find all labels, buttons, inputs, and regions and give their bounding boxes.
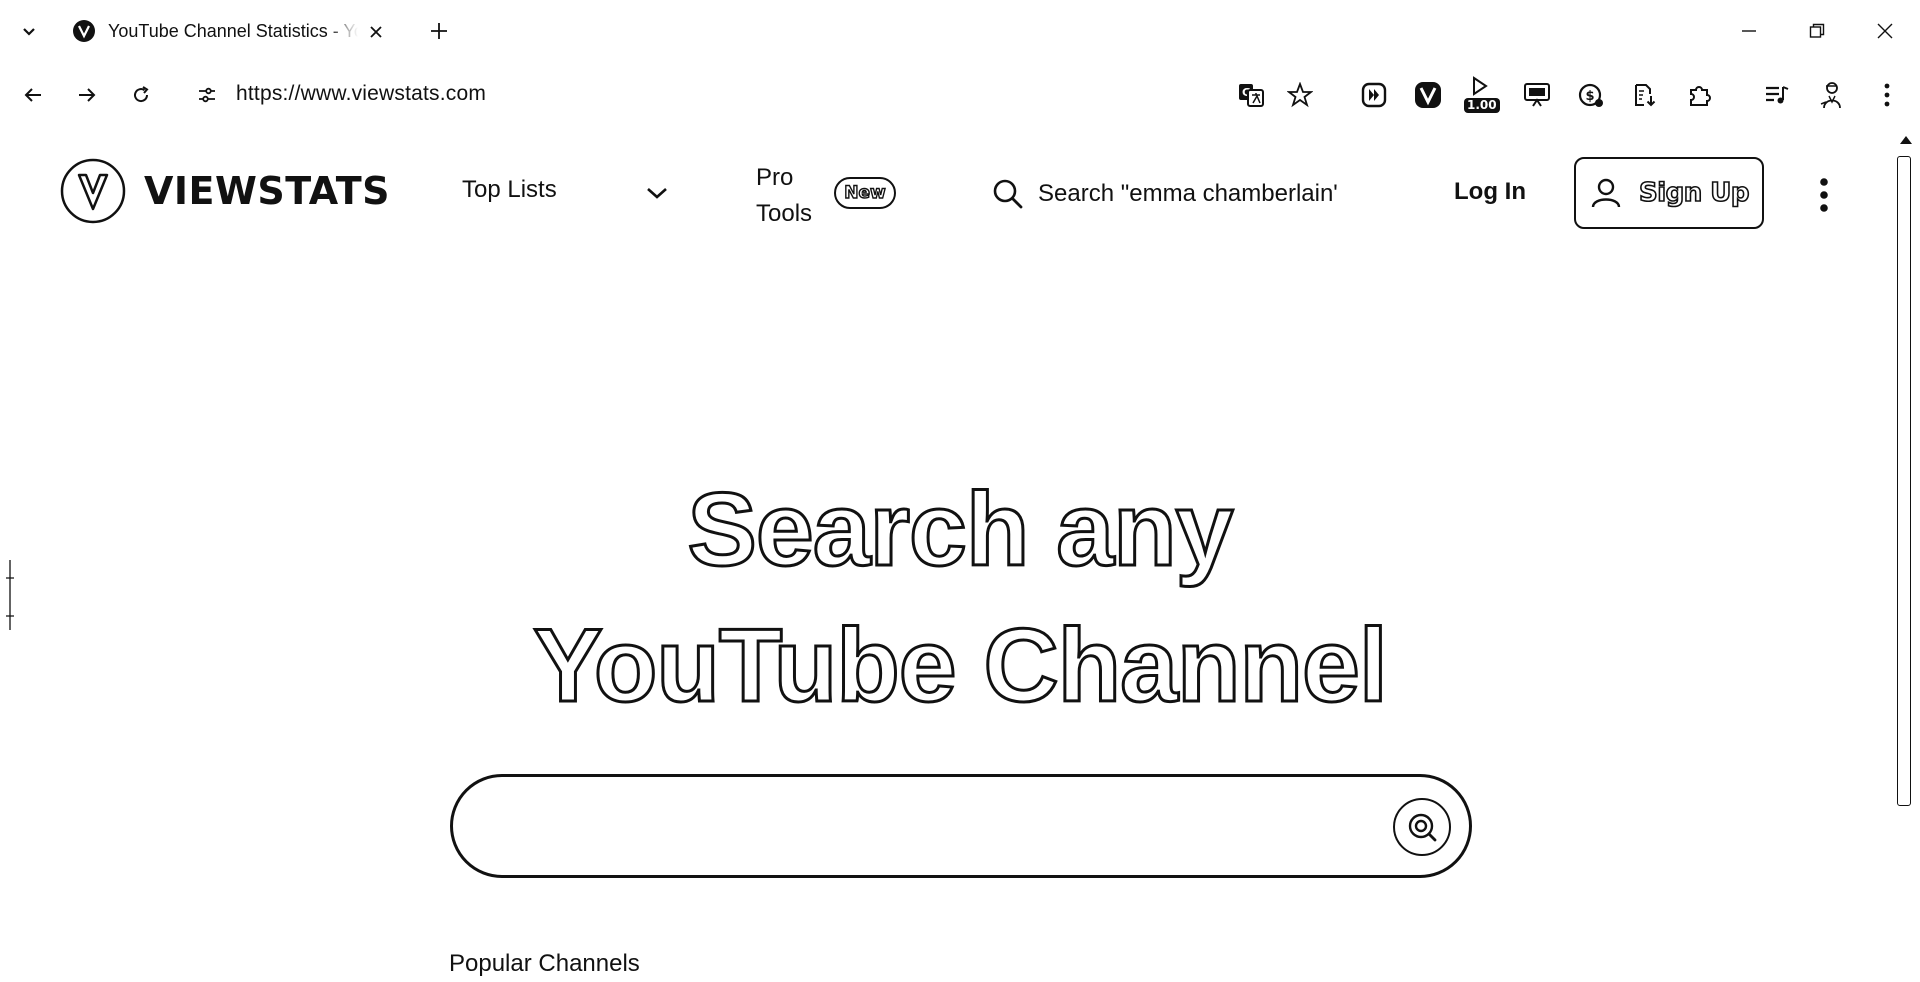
svg-text:$: $ bbox=[1586, 89, 1595, 104]
site-header: VIEWSTATS Top Lists Pro Tools New Log In… bbox=[0, 130, 1890, 255]
playback-rate-badge: 1.00 bbox=[1464, 98, 1500, 113]
nav-top-lists-label: Top Lists bbox=[462, 176, 557, 203]
profile-avatar-icon[interactable] bbox=[1812, 76, 1850, 114]
browser-menu-icon[interactable] bbox=[1868, 76, 1906, 114]
site-info-tune-icon[interactable] bbox=[190, 78, 224, 112]
header-search-input[interactable] bbox=[1038, 180, 1338, 208]
logo-wordmark: VIEWSTATS bbox=[144, 169, 391, 213]
screen-share-icon[interactable] bbox=[1518, 76, 1556, 114]
viewstats-extension-icon[interactable] bbox=[1409, 76, 1447, 114]
window-restore-icon[interactable] bbox=[1800, 14, 1834, 48]
tab-search-chevron-icon[interactable] bbox=[14, 16, 44, 46]
window-minimize-icon[interactable] bbox=[1732, 14, 1766, 48]
hero-search-bar[interactable] bbox=[450, 774, 1472, 878]
window-close-icon[interactable] bbox=[1868, 14, 1902, 48]
browser-tab-strip: YouTube Channel Statistics - YouTube bbox=[0, 0, 1920, 60]
scroll-up-arrow-icon[interactable] bbox=[1900, 136, 1912, 144]
site-more-menu-icon[interactable] bbox=[1804, 170, 1844, 220]
search-at-icon bbox=[1408, 813, 1437, 842]
nav-pro-tools[interactable]: Pro Tools New bbox=[756, 160, 916, 230]
text-cursor-icon bbox=[6, 560, 14, 630]
coin-extension-icon[interactable]: $ bbox=[1572, 76, 1610, 114]
nav-pro-tools-label: Pro Tools bbox=[756, 164, 813, 227]
nav-top-lists[interactable]: Top Lists bbox=[462, 176, 667, 204]
browser-toolbar: https://www.viewstats.com G 1.00 $ bbox=[0, 60, 1920, 130]
translate-icon[interactable]: G bbox=[1232, 76, 1270, 114]
tab-title: YouTube Channel Statistics - YouTube bbox=[108, 20, 358, 41]
scrollbar-thumb[interactable] bbox=[1897, 156, 1911, 806]
hero-title: Search any YouTube Channel bbox=[0, 462, 1920, 734]
signup-button[interactable]: Sign Up bbox=[1574, 157, 1764, 229]
search-icon bbox=[990, 176, 1026, 212]
hero-title-line-1: Search any bbox=[686, 471, 1235, 590]
document-download-icon[interactable] bbox=[1626, 76, 1664, 114]
hero-search-button[interactable] bbox=[1393, 798, 1451, 856]
viewstats-logo-icon bbox=[60, 158, 126, 224]
viewstats-favicon-icon bbox=[73, 20, 95, 42]
page-scrollbar[interactable] bbox=[1892, 136, 1920, 982]
forward-arrow-icon[interactable] bbox=[70, 78, 104, 112]
new-tab-plus-icon[interactable] bbox=[424, 16, 454, 46]
video-speed-icon[interactable] bbox=[1355, 76, 1393, 114]
login-link[interactable]: Log In bbox=[1454, 178, 1526, 206]
hero-title-line-2: YouTube Channel bbox=[532, 607, 1390, 726]
bookmark-star-icon[interactable] bbox=[1281, 76, 1319, 114]
address-bar-url[interactable]: https://www.viewstats.com bbox=[236, 82, 486, 106]
signup-label: Sign Up bbox=[1638, 177, 1750, 209]
chevron-down-icon[interactable] bbox=[642, 178, 672, 208]
hero-search-input[interactable] bbox=[497, 805, 1367, 849]
reload-icon[interactable] bbox=[124, 78, 158, 112]
browser-tab-active[interactable]: YouTube Channel Statistics - YouTube bbox=[64, 10, 404, 52]
tab-close-icon[interactable] bbox=[364, 20, 388, 44]
popular-channels-heading: Popular Channels bbox=[449, 950, 640, 977]
media-queue-icon[interactable] bbox=[1758, 76, 1796, 114]
extensions-puzzle-icon[interactable] bbox=[1681, 76, 1719, 114]
back-arrow-icon[interactable] bbox=[16, 78, 50, 112]
user-icon bbox=[1591, 178, 1621, 208]
viewstats-logo[interactable]: VIEWSTATS bbox=[60, 158, 390, 224]
header-search[interactable] bbox=[990, 172, 1370, 216]
playback-rate-icon[interactable]: 1.00 bbox=[1462, 76, 1500, 114]
new-badge: New bbox=[834, 177, 896, 209]
